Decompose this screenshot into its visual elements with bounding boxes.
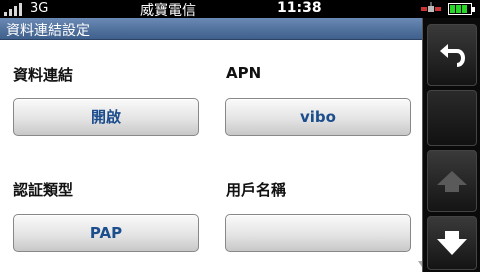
username-label: 用戶名稱	[226, 181, 287, 199]
scroll-down-button[interactable]	[427, 216, 477, 270]
auth-type-button[interactable]: PAP	[13, 214, 199, 252]
network-type: 3G	[30, 1, 49, 16]
down-arrow-icon	[437, 231, 467, 255]
side-spacer	[427, 90, 477, 146]
apn-button[interactable]: vibo	[225, 98, 411, 136]
status-bar: 3G 威寶電信 11:38	[0, 0, 480, 19]
apn-label: APN	[226, 64, 262, 82]
scroll-up-button[interactable]	[427, 150, 477, 212]
signal-icon	[4, 3, 28, 16]
page-title: 資料連結設定	[0, 18, 422, 40]
back-arrow-icon	[440, 44, 465, 67]
up-arrow-icon	[437, 171, 467, 192]
side-controls	[422, 18, 480, 272]
battery-icon	[448, 3, 475, 15]
auth-type-label: 認証類型	[13, 181, 74, 199]
username-button[interactable]	[225, 214, 411, 252]
data-link-button[interactable]: 開啟	[13, 98, 199, 136]
back-button[interactable]	[427, 24, 477, 86]
carrier-name: 威寶電信	[140, 3, 196, 19]
settings-panel: 資料連結 開啟 APN vibo 認証類型 PAP 用戶名稱	[0, 40, 422, 272]
satellite-icon	[420, 1, 442, 17]
data-link-label: 資料連結	[13, 66, 74, 84]
clock: 11:38	[277, 0, 322, 16]
